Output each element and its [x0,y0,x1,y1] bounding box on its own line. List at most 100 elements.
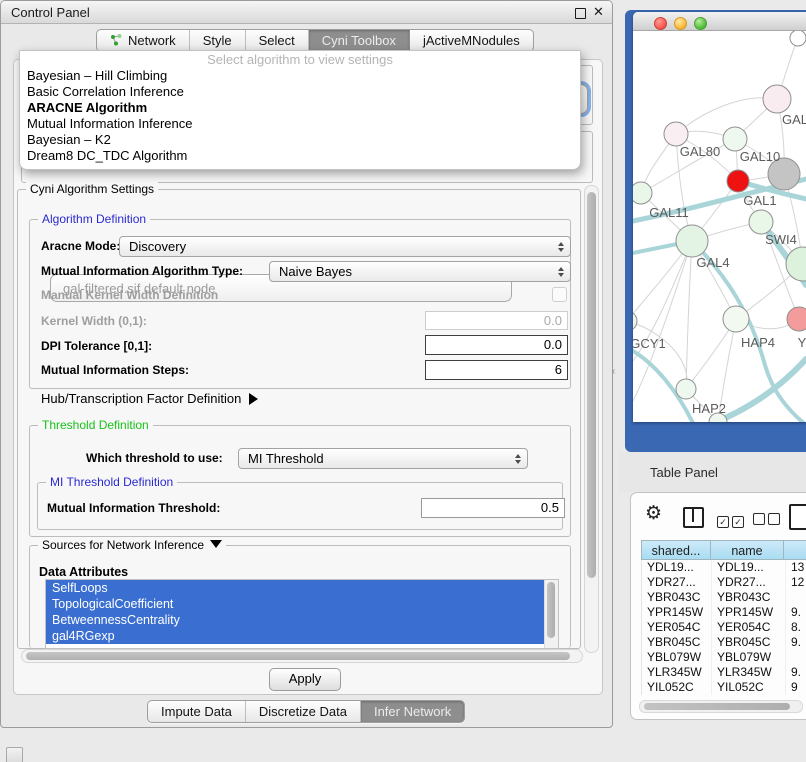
tab-cyni-toolbox[interactable]: Cyni Toolbox [309,30,410,51]
table-row[interactable]: YDR27...YDR27...12 [642,575,806,590]
window-minimize-icon[interactable] [674,17,687,30]
table-row[interactable]: YPR145WYPR145W9. [642,605,806,620]
attributes-list-scrollbar[interactable] [544,580,558,648]
table-cell: YIL052C [642,680,712,695]
tab-jactivemnodules[interactable]: jActiveMNodules [410,30,533,51]
network-node[interactable] [786,247,806,281]
data-attribute-item[interactable]: SelfLoops [46,580,545,596]
window-zoom-icon[interactable] [694,17,707,30]
deselect-all-icon[interactable] [753,512,783,530]
mi-type-label: Mutual Information Algorithm Type: [41,264,243,278]
gear-icon[interactable]: ⚙ [645,502,662,524]
algorithm-option-dream8-dc-tdc-algorithm[interactable]: Dream8 DC_TDC Algorithm [20,148,580,164]
which-threshold-combo[interactable]: MI Threshold [238,448,528,469]
minimized-panel-icon[interactable] [6,747,23,762]
table-cell: YLR345W [712,665,786,680]
float-panel-icon[interactable] [575,8,586,19]
close-panel-icon[interactable]: ✕ [593,4,604,20]
table-row[interactable]: YER054CYER054C8. [642,620,806,635]
algorithm-option-aracne-algorithm[interactable]: ARACNE Algorithm [20,100,580,116]
network-edge [676,98,777,134]
network-node-gal[interactable] [763,85,791,113]
algorithm-option-mutual-information-inference[interactable]: Mutual Information Inference [20,116,580,132]
tab-select[interactable]: Select [246,30,309,51]
mode-tab-label: Discretize Data [259,704,347,719]
data-attribute-item[interactable]: BetweennessCentrality [46,612,545,628]
algorithm-dropdown-popup: Select algorithm to view settings Bayesi… [19,50,581,170]
network-view-frame: GALGAL80GAL10GAL1GAL11SWI4GAL4HAP4YGCY1H… [633,12,806,422]
mi-steps-label: Mutual Information Steps: [41,363,189,377]
apply-button[interactable]: Apply [269,668,341,691]
node-label: GAL1 [743,193,776,208]
table-row[interactable]: YBR043CYBR043C [642,590,806,605]
node-table-header: shared...nameA [641,540,806,560]
network-canvas[interactable]: GALGAL80GAL10GAL1GAL11SWI4GAL4HAP4YGCY1H… [633,31,806,422]
expanded-arrow-icon [210,540,222,548]
manual-kernel-checkbox[interactable] [552,287,567,302]
table-row[interactable]: YDL19...YDL19...13 [642,560,806,575]
table-cell: YDL19... [712,560,786,575]
network-node-gal11[interactable] [633,182,652,204]
tab-label: jActiveMNodules [423,33,520,48]
network-node[interactable] [790,31,806,46]
data-attribute-item[interactable]: gal4RGexp [46,628,545,644]
aracne-mode-combo[interactable]: Discovery [119,236,571,257]
table-row[interactable]: YBR045CYBR045C9. [642,635,806,650]
dpi-tolerance-field[interactable]: 0.0 [425,335,568,355]
table-cell: 12 [786,575,806,590]
tab-network[interactable]: Network [97,30,190,51]
table-cell: 9. [786,635,806,650]
table-cell: 8. [786,620,806,635]
sources-title[interactable]: Sources for Network Inference [38,538,226,552]
aracne-mode-label: Aracne Mode: [41,239,120,253]
settings-vertical-scrollbar[interactable] [584,185,599,653]
network-node-gcy1[interactable] [633,311,637,331]
mi-type-combo[interactable]: Naive Bayes [269,261,571,282]
column-header[interactable]: shared... [641,540,711,560]
table-row[interactable]: YIL052CYIL052C9 [642,680,806,695]
table-row[interactable]: YLR345WYLR345W9. [642,665,806,680]
table-cell: YDL19... [642,560,712,575]
mi-steps-field[interactable]: 6 [425,360,568,380]
window-close-icon[interactable] [654,17,667,30]
data-attributes-list[interactable]: SelfLoopsTopologicalCoefficientBetweenne… [45,579,559,649]
data-attribute-item[interactable]: TopologicalCoefficient [46,596,545,612]
table-horizontal-scrollbar[interactable] [639,700,803,713]
hub-section-toggle[interactable]: Hub/Transcription Factor Definition [41,391,258,406]
network-node-hap4[interactable] [723,306,749,332]
algorithm-option-basic-correlation-inference[interactable]: Basic Correlation Inference [20,84,580,100]
kernel-width-field[interactable]: 0.0 [425,311,568,330]
split-columns-icon[interactable] [683,507,704,528]
settings-horizontal-scrollbar[interactable] [21,649,583,663]
network-node-y[interactable] [787,307,806,331]
network-node-swi4[interactable] [749,210,773,234]
table-row[interactable]: YBL079WYBL079W [642,650,806,665]
mode-tab-infer-network[interactable]: Infer Network [361,701,464,722]
algorithm-option-bayesian-hill-climbing[interactable]: Bayesian – Hill Climbing [20,68,580,84]
network-node-gal1[interactable] [727,170,749,192]
checked-box-icon: ✓ [717,516,729,528]
node-label: GCY1 [633,336,666,351]
algorithm-option-bayesian-k2[interactable]: Bayesian – K2 [20,132,580,148]
tab-style[interactable]: Style [190,30,246,51]
page-icon[interactable] [789,504,806,530]
table-cell: YPR145W [642,605,712,620]
table-cell: YBL079W [642,650,712,665]
mode-tab-discretize-data[interactable]: Discretize Data [246,701,361,722]
network-node-gal10[interactable] [723,127,747,151]
column-header[interactable]: name [710,540,784,560]
table-cell [786,590,806,605]
node-label: SWI4 [765,232,797,247]
threshold-definition-title: Threshold Definition [38,418,153,432]
network-node-gal80[interactable] [664,122,688,146]
unchecked-box-icon [768,513,780,525]
kernel-width-label: Kernel Width (0,1): [41,314,147,328]
network-node-hap2[interactable] [676,379,696,399]
column-header[interactable]: A [783,540,806,560]
unchecked-box-icon [753,513,765,525]
network-node-gal4[interactable] [676,225,708,257]
mode-tab-impute-data[interactable]: Impute Data [148,701,246,722]
panel-divider-collapse-icon[interactable]: ‹ [612,366,615,377]
mi-threshold-field[interactable]: 0.5 [421,498,565,518]
select-all-icon[interactable]: ✓✓ [717,512,747,530]
